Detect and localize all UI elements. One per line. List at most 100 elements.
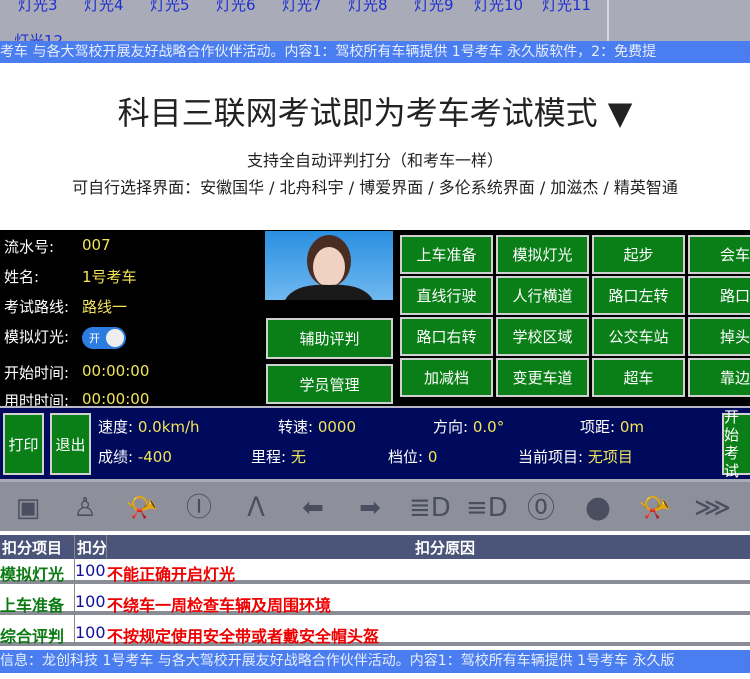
horn-icon: 📯 [638,493,672,523]
item-button[interactable]: 起步 [592,235,685,274]
item-button[interactable]: 上车准备 [400,235,493,274]
high-beam-icon: ≣D [409,493,451,523]
seatbelt-icon: ♙ [73,493,97,523]
name-value: 1号考车 [82,268,137,286]
item-button[interactable]: 路口直行 [688,276,750,315]
route-value: 路线一 [82,298,128,316]
toggle-label: 开 [89,332,100,345]
light-label: 模拟灯光: [4,328,70,346]
deduct-reason: 不能正确开启灯光 [107,565,236,584]
wiper-icon: ⋙ [694,493,731,523]
deduct-points: 100 [75,561,106,580]
direction-readout: 方向: 0.0° [433,416,504,437]
start-exam-button[interactable]: 开始考试 [722,408,750,480]
assist-judge-button[interactable]: 辅助评判 [266,318,393,359]
student-manage-button[interactable]: 学员管理 [266,364,393,404]
table-row: 综合评判 100 不按规定使用安全带或者戴安全帽头盔 [0,621,750,646]
ticker-top: 考车 与各大驾校开展友好战略合作伙伴活动。内容1：驾校所有车辆提供 1号考车 永… [0,41,750,63]
tab-light-3[interactable]: 灯光3 [18,0,58,15]
item-button[interactable]: 人行横道 [496,276,589,315]
speed-readout: 速度: 0.0km/h [98,416,200,437]
subtitle-2: 可自行选择界面：安徽国华 / 北舟科宇 / 博爱界面 / 多伦系统界面 / 加滋… [72,178,678,197]
speed-label: 速度: [98,418,134,436]
status-panel: 打印 退出 开始考试 速度: 0.0km/h 转速: 0000 方向: 0.0°… [0,406,750,480]
item-button[interactable]: 超车 [592,358,685,397]
score-label: 成绩: [98,448,134,466]
toggle-knob [106,329,124,347]
serial-value: 007 [82,236,111,254]
direction-value: 0.0° [472,418,505,436]
item-button[interactable]: 掉头 [688,317,750,356]
deduct-item: 上车准备 [0,596,65,615]
divider [607,0,609,42]
rpm-value: 0000 [317,418,357,436]
speed-value: 0.0km/h [137,418,200,436]
tab-light-10[interactable]: 灯光10 [474,0,523,15]
item-button[interactable]: 变更车道 [496,358,589,397]
current-item-value: 无项目 [587,448,633,466]
tab-light-5[interactable]: 灯光5 [150,0,190,15]
indicator-bar: ▣ ♙ 📯 Ⓘ ᐱ ⬅ ➡ ≣D ≡D ⓪ ● 📯 ⋙ [0,479,750,531]
mileage-readout: 里程: 无 [251,446,306,467]
gear-value: 0 [427,448,438,466]
fog-light-icon: ● [584,490,612,525]
start-time-label: 开始时间: [4,364,70,382]
header-reason: 扣分原因 [415,539,476,557]
item-button[interactable]: 加减档 [400,358,493,397]
header-item: 扣分项目 [2,539,63,557]
tab-light-11[interactable]: 灯光11 [542,0,591,15]
item-button[interactable]: 学校区域 [496,317,589,356]
deduct-points: 100 [75,592,106,611]
start-time-value: 00:00:00 [82,362,150,380]
item-button[interactable]: 靠边停车 [688,358,750,397]
item-button[interactable]: 公交车站 [592,317,685,356]
item-button[interactable]: 模拟灯光 [496,235,589,274]
serial-label: 流水号: [4,238,55,256]
left-turn-icon: ⬅ [302,493,324,523]
item-button[interactable]: 路口左转 [592,276,685,315]
ticker-bottom: 信息：龙创科技 1号考车 与各大驾校开展友好战略合作伙伴活动。内容1：驾校所有车… [0,650,750,673]
mileage-label: 里程: [251,448,287,466]
light-toggle[interactable]: 开 [82,327,126,349]
column-divider [106,535,107,559]
table-header: 扣分项目 扣分 扣分原因 [0,535,750,559]
item-button[interactable]: 直线行驶 [400,276,493,315]
column-divider [74,535,75,645]
student-photo [265,231,393,300]
name-label: 姓名: [4,268,40,286]
table-row: 上车准备 100 不绕车一周检查车辆及周围环境 [0,590,750,615]
deduct-reason: 不绕车一周检查车辆及周围环境 [107,596,332,615]
print-button[interactable]: 打印 [3,413,44,475]
gear-readout: 档位: 0 [388,446,437,467]
score-readout: 成绩: -400 [98,446,172,467]
score-value: -400 [137,448,172,466]
item-button[interactable]: 会车 [688,235,750,274]
deduct-item: 模拟灯光 [0,565,65,584]
deduct-reason: 不按规定使用安全带或者戴安全帽头盔 [107,627,380,646]
rpm-label: 转速: [278,418,314,436]
header-points: 扣分 [77,539,108,557]
rpm-readout: 转速: 0000 [278,416,356,437]
current-item-readout: 当前项目: 无项目 [518,446,633,467]
direction-label: 方向: [433,418,469,436]
tab-light-4[interactable]: 灯光4 [84,0,124,15]
deduct-points: 100 [75,623,106,642]
current-item-label: 当前项目: [518,448,584,466]
low-beam-icon: ≡D [466,493,508,523]
handbrake-icon: ᐱ [247,493,265,523]
tab-light-7[interactable]: 灯光7 [282,0,322,15]
exit-button[interactable]: 退出 [50,413,91,475]
tab-light-8[interactable]: 灯光8 [348,0,388,15]
brake-warning-icon: Ⓘ [185,493,212,523]
subtitle-1: 支持全自动评判打分（和考车一样） [246,151,503,170]
tab-light-6[interactable]: 灯光6 [216,0,256,15]
mileage-value: 无 [290,448,306,466]
item-button[interactable]: 路口右转 [400,317,493,356]
table-row: 模拟灯光 100 不能正确开启灯光 [0,559,750,584]
distance-label: 项距: [580,418,616,436]
right-turn-icon: ➡ [359,493,381,523]
deduct-item: 综合评判 [0,627,65,646]
distance-readout: 项距: 0m [580,416,644,437]
tab-light-9[interactable]: 灯光9 [414,0,454,15]
mode-title-dropdown[interactable]: 科目三联网考试即为考车考试模式 ▼ [0,88,750,134]
